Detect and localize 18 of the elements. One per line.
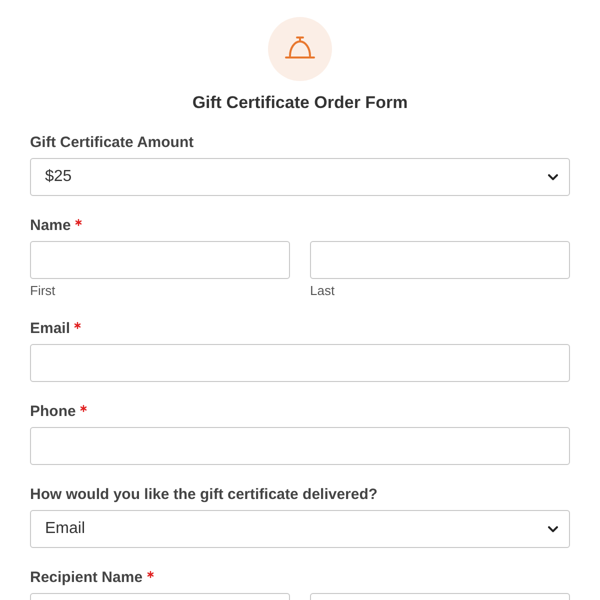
- field-label: Email: [30, 319, 70, 339]
- input-field[interactable]: [30, 241, 290, 279]
- service-bell-icon: [268, 17, 332, 81]
- field-label: How would you like the gift certificate delivered?: [30, 485, 378, 505]
- field-label: Recipient Name: [30, 568, 143, 588]
- dropdown-select[interactable]: $25: [30, 158, 570, 196]
- sublabel: First: [30, 283, 56, 299]
- dropdown-select[interactable]: Email: [30, 510, 570, 548]
- input-field[interactable]: [30, 427, 570, 465]
- field-label: Phone: [30, 402, 76, 422]
- form-title: Gift Certificate Order Form: [191, 92, 409, 114]
- field-label: Name: [30, 216, 71, 236]
- input-field[interactable]: [30, 344, 570, 382]
- sublabel: Last: [310, 283, 336, 299]
- input-field[interactable]: [310, 241, 570, 279]
- chevron-down-icon: [548, 174, 558, 180]
- chevron-down-icon: [548, 526, 558, 532]
- field-label: Gift Certificate Amount: [30, 133, 194, 153]
